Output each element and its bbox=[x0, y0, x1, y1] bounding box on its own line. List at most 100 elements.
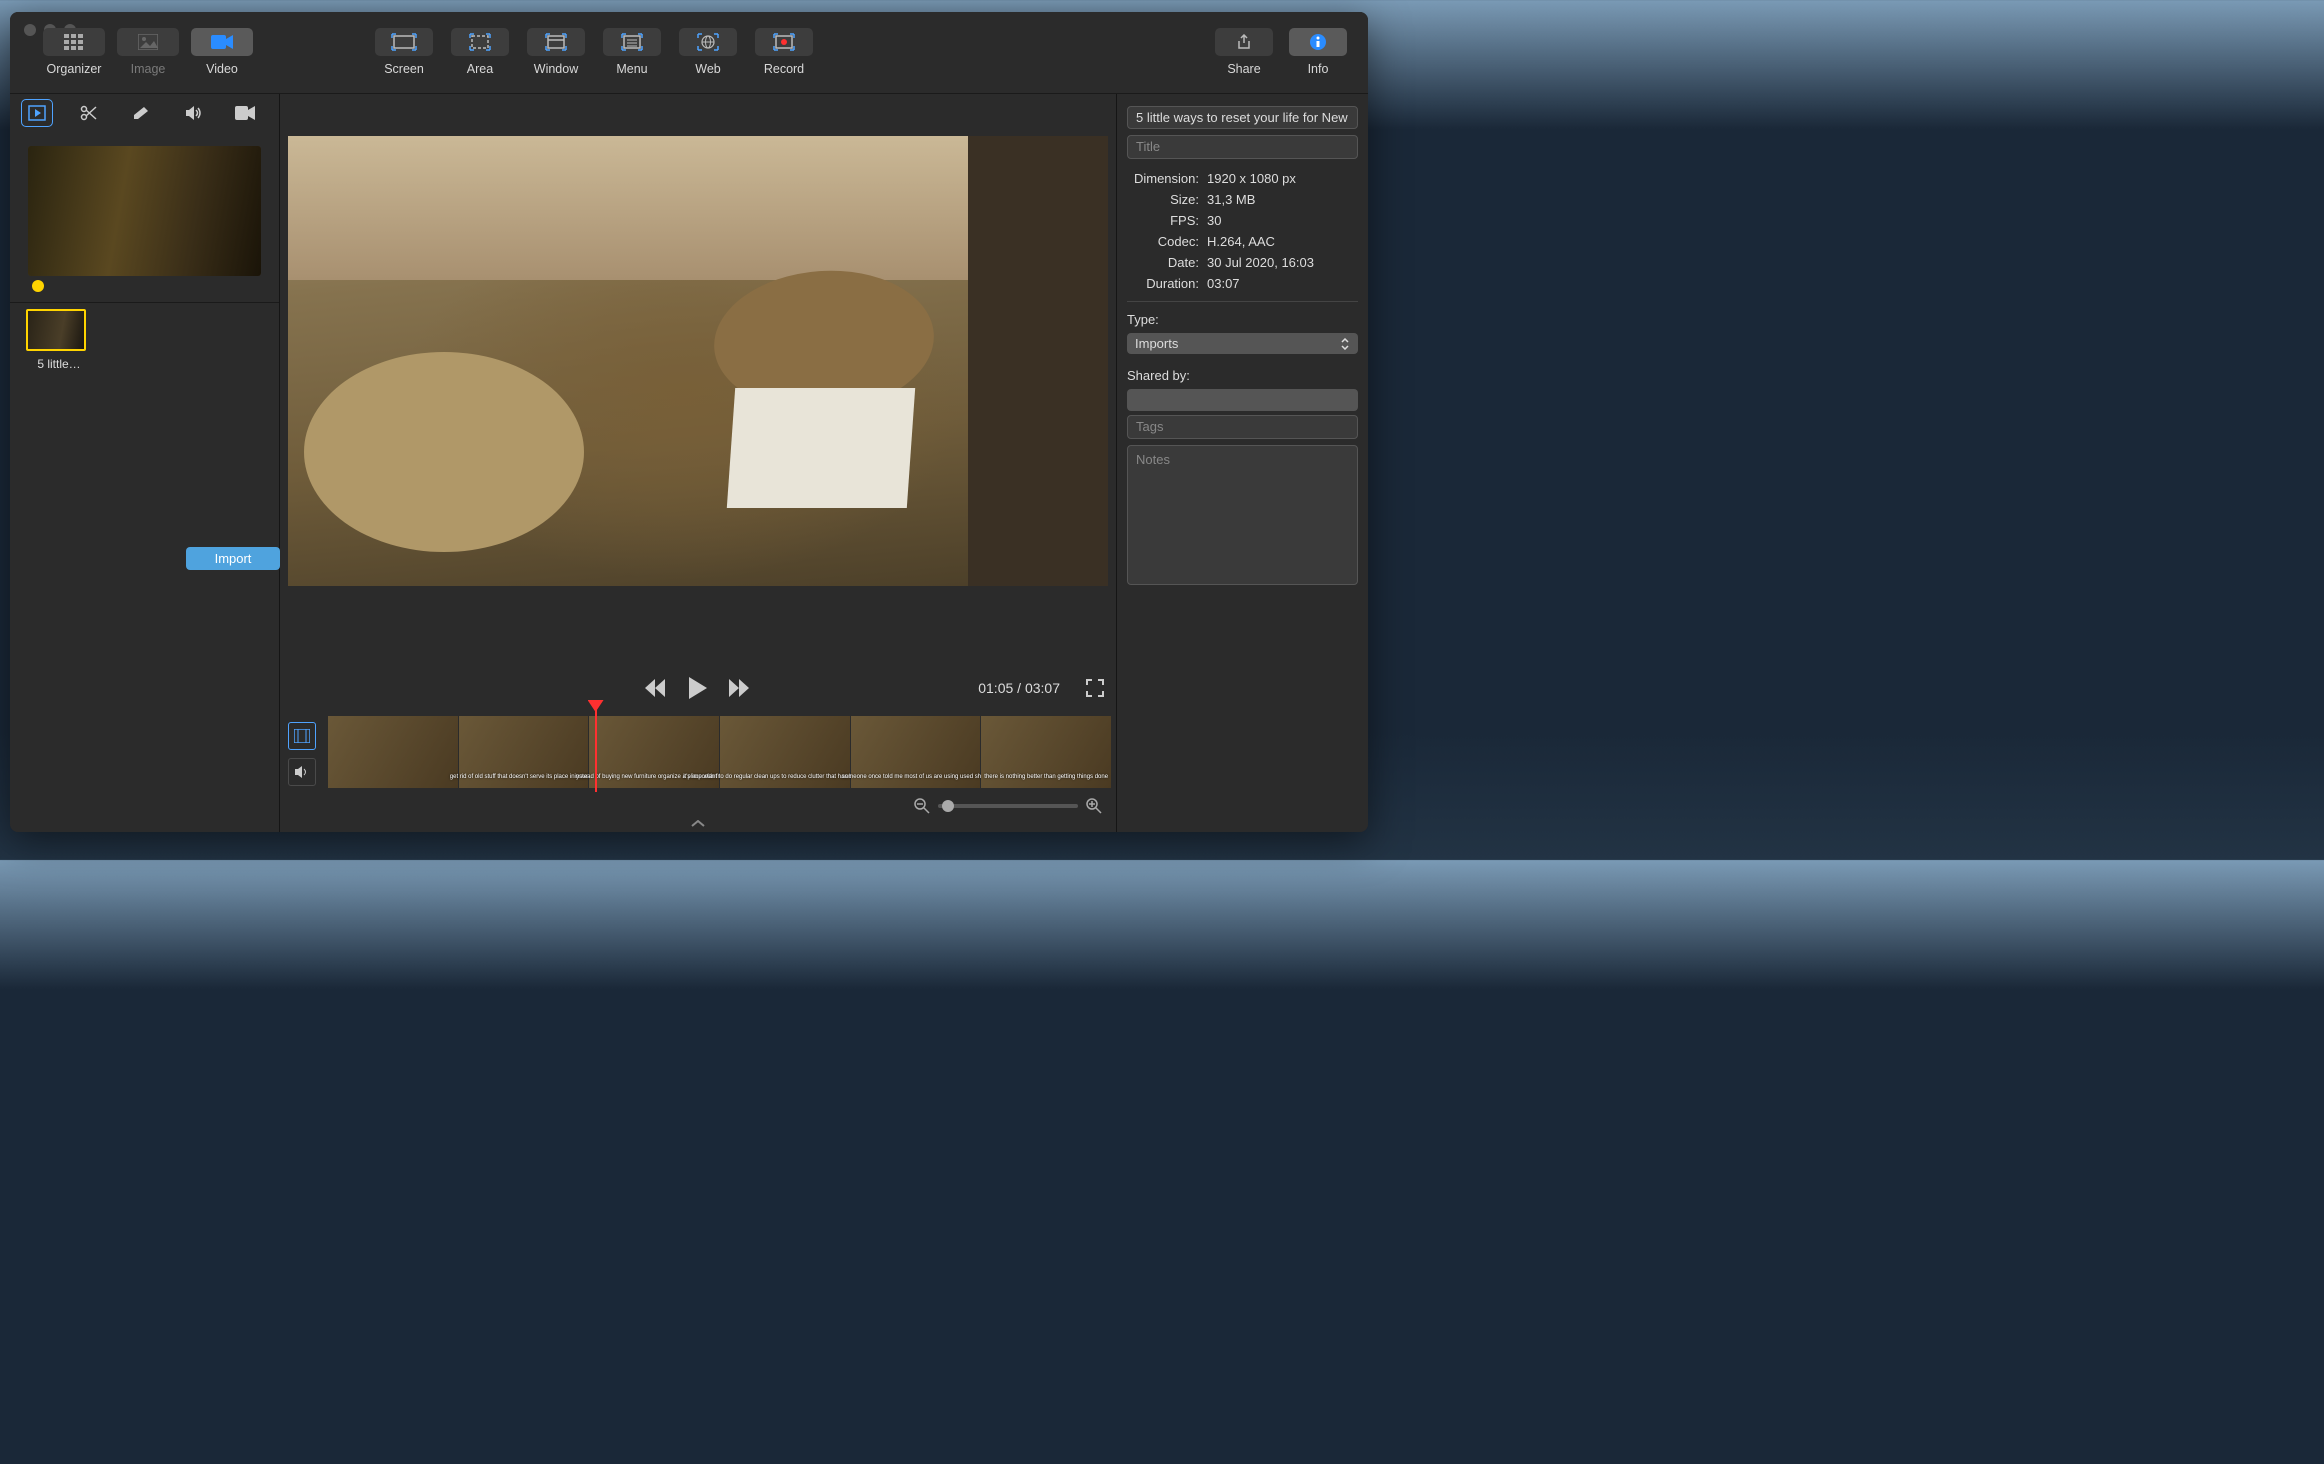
info-panel: 5 little ways to reset your life for New… bbox=[1116, 94, 1368, 832]
fast-forward-icon bbox=[729, 679, 751, 697]
date-value: 30 Jul 2020, 16:03 bbox=[1207, 255, 1314, 270]
image-icon bbox=[138, 34, 158, 50]
play-box-icon bbox=[28, 105, 46, 121]
left-panel: 5 little… Import bbox=[10, 94, 280, 832]
share-icon bbox=[1236, 34, 1252, 50]
forward-button[interactable] bbox=[729, 679, 751, 697]
tags-input[interactable]: Tags bbox=[1127, 415, 1358, 439]
thumb-item[interactable]: 5 little… bbox=[26, 309, 92, 371]
current-time: 01:05 bbox=[978, 680, 1013, 696]
codec-label: Codec: bbox=[1127, 234, 1199, 249]
clip-marker-dot bbox=[32, 280, 44, 292]
fps-label: FPS: bbox=[1127, 213, 1199, 228]
app-window: Organizer Image Video Screen Area bbox=[10, 12, 1368, 832]
clips-tab[interactable] bbox=[24, 102, 50, 124]
audio-track-button[interactable] bbox=[288, 758, 316, 786]
record-icon bbox=[773, 33, 795, 51]
play-icon bbox=[689, 677, 707, 699]
video-button[interactable]: Video bbox=[186, 20, 258, 76]
body: 5 little… Import bbox=[10, 94, 1368, 832]
shared-by-label: Shared by: bbox=[1127, 368, 1358, 383]
capture-window-button[interactable]: Window bbox=[520, 20, 592, 76]
timeline-track[interactable]: get rid of old stuff that doesn't serve … bbox=[328, 716, 1112, 788]
record-button[interactable]: Record bbox=[748, 20, 820, 76]
zoom-in-button[interactable] bbox=[1086, 798, 1102, 814]
fullscreen-button[interactable] bbox=[1086, 679, 1104, 697]
thumb-list: 5 little… bbox=[10, 309, 279, 371]
duration-value: 03:07 bbox=[1207, 276, 1240, 291]
cut-tab[interactable] bbox=[76, 102, 102, 124]
panel-pullup[interactable] bbox=[280, 820, 1116, 832]
area-icon bbox=[469, 33, 491, 51]
playhead[interactable] bbox=[595, 710, 597, 792]
video-track-button[interactable] bbox=[288, 722, 316, 750]
camera-tab[interactable] bbox=[232, 102, 258, 124]
share-label: Share bbox=[1227, 62, 1260, 76]
video-frame[interactable] bbox=[288, 136, 1108, 586]
dimension-value: 1920 x 1080 px bbox=[1207, 171, 1296, 186]
zoom-knob[interactable] bbox=[942, 800, 954, 812]
mode-group: Organizer Image Video bbox=[38, 20, 258, 76]
image-label: Image bbox=[131, 62, 166, 76]
capture-area-button[interactable]: Area bbox=[444, 20, 516, 76]
duration-label: Duration: bbox=[1127, 276, 1199, 291]
screen-icon bbox=[391, 33, 417, 51]
zoom-bar bbox=[280, 796, 1116, 820]
left-tabs bbox=[10, 94, 279, 132]
speaker-small-icon bbox=[294, 765, 310, 779]
type-value: Imports bbox=[1135, 336, 1178, 351]
capture-menu-label: Menu bbox=[616, 62, 647, 76]
notes-input[interactable]: Notes bbox=[1127, 445, 1358, 585]
zoom-slider[interactable] bbox=[938, 804, 1078, 808]
speaker-icon bbox=[184, 105, 202, 121]
right-toolbar-group: Share Info bbox=[1208, 20, 1354, 76]
capture-group: Screen Area Window Menu Web Record bbox=[368, 20, 820, 76]
timeline-track-buttons bbox=[284, 716, 320, 792]
menu-icon bbox=[621, 33, 643, 51]
divider bbox=[1127, 301, 1358, 302]
capture-area-label: Area bbox=[467, 62, 493, 76]
divider bbox=[10, 302, 279, 303]
capture-screen-label: Screen bbox=[384, 62, 424, 76]
capture-web-button[interactable]: Web bbox=[672, 20, 744, 76]
info-label: Info bbox=[1308, 62, 1329, 76]
annotate-tab[interactable] bbox=[128, 102, 154, 124]
capture-menu-button[interactable]: Menu bbox=[596, 20, 668, 76]
chevron-up-icon bbox=[690, 820, 706, 828]
thumb-image bbox=[26, 309, 86, 351]
rewind-icon bbox=[645, 679, 667, 697]
info-icon bbox=[1309, 33, 1327, 51]
metadata-grid: Dimension:1920 x 1080 px Size:31,3 MB FP… bbox=[1127, 171, 1358, 291]
size-value: 31,3 MB bbox=[1207, 192, 1255, 207]
scissors-icon bbox=[80, 105, 98, 121]
camera-icon bbox=[235, 106, 255, 120]
title-input[interactable]: Title bbox=[1127, 135, 1358, 159]
rewind-button[interactable] bbox=[645, 679, 667, 697]
type-select[interactable]: Imports bbox=[1127, 333, 1358, 354]
total-time: 03:07 bbox=[1025, 680, 1060, 696]
filmstrip-icon bbox=[294, 729, 310, 743]
share-button[interactable]: Share bbox=[1208, 20, 1280, 76]
time-display: 01:05 / 03:07 bbox=[978, 680, 1060, 696]
image-button[interactable]: Image bbox=[112, 20, 184, 76]
updown-chevron-icon bbox=[1340, 338, 1350, 350]
organizer-button[interactable]: Organizer bbox=[38, 20, 110, 76]
shared-by-field[interactable] bbox=[1127, 389, 1358, 411]
titlebar: Organizer Image Video Screen Area bbox=[10, 12, 1368, 94]
dimension-label: Dimension: bbox=[1127, 171, 1199, 186]
capture-web-label: Web bbox=[695, 62, 720, 76]
filename-field[interactable]: 5 little ways to reset your life for New bbox=[1127, 106, 1358, 129]
import-button[interactable]: Import bbox=[186, 547, 280, 570]
annotate-icon bbox=[132, 105, 150, 121]
type-label: Type: bbox=[1127, 312, 1358, 327]
capture-screen-button[interactable]: Screen bbox=[368, 20, 440, 76]
info-button[interactable]: Info bbox=[1282, 20, 1354, 76]
codec-value: H.264, AAC bbox=[1207, 234, 1275, 249]
play-button[interactable] bbox=[689, 677, 707, 699]
audio-tab[interactable] bbox=[180, 102, 206, 124]
zoom-out-button[interactable] bbox=[914, 798, 930, 814]
close-window-button[interactable] bbox=[24, 24, 36, 36]
clip-preview[interactable] bbox=[28, 146, 261, 276]
grid-icon bbox=[64, 34, 84, 50]
record-label: Record bbox=[764, 62, 804, 76]
